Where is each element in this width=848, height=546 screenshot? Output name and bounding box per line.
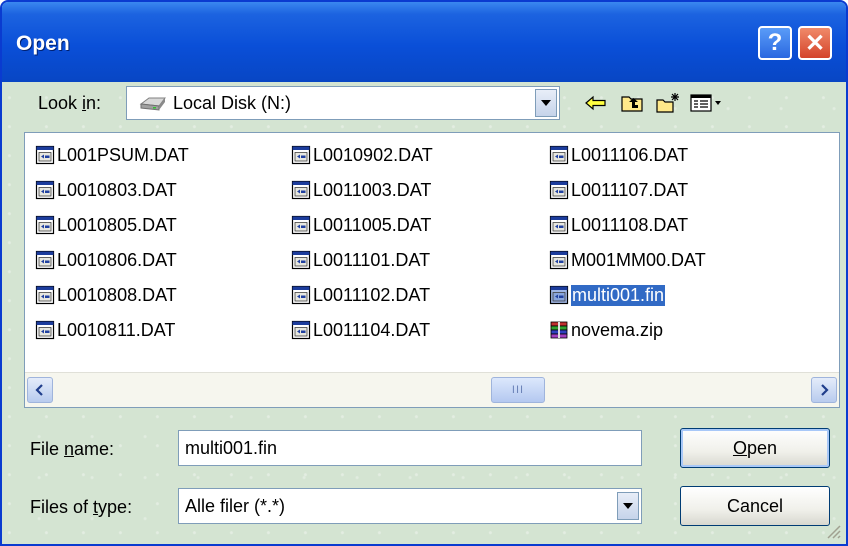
up-folder-icon [621,96,643,112]
cancel-button[interactable]: Cancel [680,486,830,526]
open-button[interactable]: Open [680,428,830,468]
up-folder-button[interactable] [618,90,646,116]
file-name: L0010805.DAT [57,214,177,235]
file-item[interactable]: L0010806.DAT [35,246,177,274]
file-name: L0011003.DAT [313,179,432,200]
file-item[interactable]: M001MM00.DAT [549,246,706,274]
title-bar[interactable]: Open ? ✕ [2,2,846,82]
file-type-dropdown[interactable]: Alle filer (*.*) [178,488,642,524]
file-name: L0011106.DAT [571,144,689,165]
file-item[interactable]: multi001.fin [549,281,667,309]
file-name: L0011102.DAT [313,284,431,305]
file-item[interactable]: L001PSUM.DAT [35,141,189,169]
back-button[interactable] [582,90,610,116]
view-menu-button[interactable] [688,90,724,116]
new-folder-icon [656,93,679,113]
file-name: L0010902.DAT [313,144,433,165]
close-button[interactable]: ✕ [798,26,832,60]
dialog-title: Open [16,32,70,55]
zip-archive-icon [550,321,568,339]
file-name: L0010808.DAT [57,284,177,305]
data-file-icon [291,250,311,270]
chevron-right-icon [821,384,829,396]
file-item[interactable]: L0011101.DAT [291,246,430,274]
file-item[interactable]: L0011005.DAT [291,211,431,239]
data-file-icon [291,180,311,200]
file-item[interactable]: L0010902.DAT [291,141,433,169]
file-item[interactable]: novema.zip [549,316,663,344]
scroll-left-button[interactable] [27,377,53,403]
chevron-left-icon [35,384,43,396]
data-file-icon [291,215,311,235]
file-name: L0011101.DAT [313,249,431,270]
file-type-dropdown-button[interactable] [617,492,639,520]
chevron-down-icon [623,503,633,509]
look-in-label: Look in: [38,93,102,113]
data-file-icon [549,145,569,165]
data-file-icon [549,215,569,235]
file-item[interactable]: L0010803.DAT [35,176,177,204]
file-name: multi001.fin [569,283,667,307]
data-file-icon [35,250,55,270]
horizontal-scrollbar[interactable]: III [25,372,839,407]
open-dialog: Open ? ✕ Look in: Local Disk (N:) L001PS… [0,0,848,546]
file-name: L0011104.DAT [313,319,431,340]
data-file-icon [35,320,55,340]
hard-drive-icon [139,97,166,111]
file-name-input[interactable] [178,430,642,466]
scrollbar-thumb[interactable]: III [491,377,545,403]
data-file-icon [35,285,55,305]
file-item[interactable]: L0011104.DAT [291,316,430,344]
file-item[interactable]: L0011003.DAT [291,176,431,204]
data-file-icon [35,180,55,200]
file-item[interactable]: L0011107.DAT [549,176,688,204]
data-file-icon [549,250,569,270]
data-file-icon [35,215,55,235]
file-type-label: Files of type: [30,497,133,517]
file-name: L0011108.DAT [571,214,689,235]
file-name: L001PSUM.DAT [57,144,189,165]
data-file-icon [549,180,569,200]
file-name: L0011005.DAT [313,214,432,235]
data-file-icon [35,145,55,165]
look-in-dropdown-button[interactable] [535,89,557,117]
file-item[interactable]: L0011108.DAT [549,211,688,239]
file-item[interactable]: L0010811.DAT [35,316,175,344]
file-item[interactable]: L0010808.DAT [35,281,177,309]
look-in-value: Local Disk (N:) [173,93,292,113]
file-name: novema.zip [571,319,664,340]
data-file-icon [291,145,311,165]
file-name: L0010811.DAT [57,319,176,340]
help-button[interactable]: ? [758,26,792,60]
file-item[interactable]: L0011102.DAT [291,281,430,309]
file-list[interactable]: L001PSUM.DAT L0010803.DAT L0010805.DAT L001… [24,132,840,408]
file-name: L0010806.DAT [57,249,177,270]
data-file-icon [291,320,311,340]
new-folder-button[interactable] [654,90,682,116]
file-item[interactable]: L0010805.DAT [35,211,177,239]
file-name: L0010803.DAT [57,179,177,200]
back-icon [585,95,606,111]
file-name: M001MM00.DAT [571,249,706,270]
look-in-dropdown[interactable]: Local Disk (N:) [126,86,560,120]
file-name-label: File name: [30,439,115,459]
chevron-down-icon [541,100,551,106]
file-item[interactable]: L0011106.DAT [549,141,688,169]
data-file-icon [549,285,569,305]
file-type-value: Alle filer (*.*) [185,496,286,516]
resize-grip-icon[interactable] [824,522,842,540]
file-name: L0011107.DAT [571,179,689,200]
scroll-right-button[interactable] [811,377,837,403]
view-menu-icon [690,94,721,112]
data-file-icon [291,285,311,305]
